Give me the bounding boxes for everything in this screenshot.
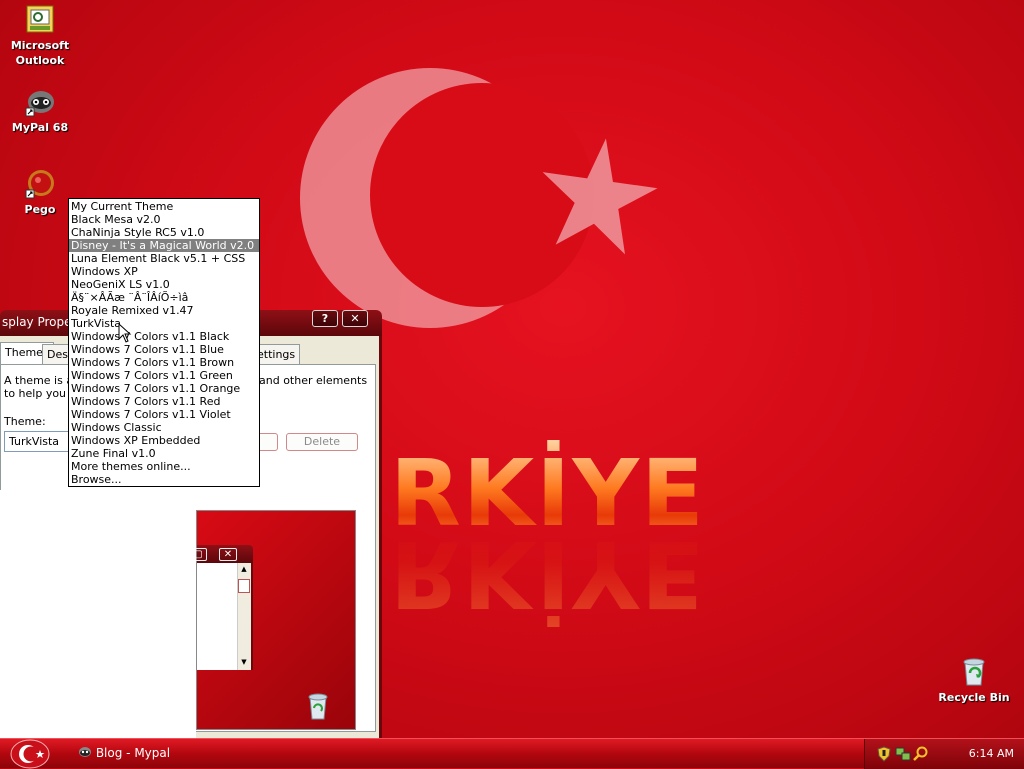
desktop-icon-label: MyPal 68	[11, 121, 69, 134]
desktop-icon-label: Recycle Bin	[938, 691, 1010, 704]
theme-option[interactable]: ChaNinja Style RC5 v1.0	[69, 226, 259, 239]
theme-option[interactable]: Disney - It's a Magical World v2.0	[69, 239, 259, 252]
search-icon[interactable]	[913, 746, 929, 762]
preview-close-icon: ✕	[219, 548, 237, 561]
preview-recycle-bin-icon	[308, 693, 328, 720]
help-button[interactable]: ?	[312, 310, 338, 327]
theme-option[interactable]: Windows 7 Colors v1.1 Violet	[69, 408, 259, 421]
theme-option[interactable]: More themes online...	[69, 460, 259, 473]
network-icon[interactable]	[895, 746, 911, 762]
delete-button[interactable]: Delete	[286, 433, 358, 451]
start-button[interactable]	[8, 739, 50, 769]
taskbar-item-mypal[interactable]: Blog - Mypal	[78, 745, 170, 760]
theme-option[interactable]: NeoGeniX LS v1.0	[69, 278, 259, 291]
theme-option[interactable]: TurkVista	[69, 317, 259, 330]
system-tray: 6:14 AM	[864, 739, 1024, 769]
mouse-cursor-icon	[118, 323, 132, 343]
taskbar-item-label: Blog - Mypal	[95, 746, 171, 760]
theme-select[interactable]: TurkVista	[4, 431, 74, 452]
preview-window-body: ▲ ▼	[197, 563, 253, 670]
theme-dropdown-list[interactable]: My Current Theme Black Mesa v2.0 ChaNinja …	[68, 198, 260, 487]
theme-option[interactable]: Browse...	[69, 473, 259, 486]
theme-option[interactable]: Windows 7 Colors v1.1 Orange	[69, 382, 259, 395]
theme-option[interactable]: My Current Theme	[69, 200, 259, 213]
desktop-icon-label: Outlook	[15, 54, 65, 67]
recycle-bin-icon	[963, 658, 985, 686]
theme-option[interactable]: Windows 7 Colors v1.1 Black	[69, 330, 259, 343]
security-shield-icon[interactable]	[877, 746, 891, 762]
pego-icon	[25, 170, 54, 199]
desktop-icon-label: Microsoft	[10, 39, 70, 52]
desktop-icon-outlook[interactable]: Microsoft Outlook	[0, 4, 80, 68]
theme-preview: ▢ ✕ ▲ ▼	[189, 510, 356, 730]
theme-label: Theme:	[4, 415, 46, 428]
theme-option[interactable]: Luna Element Black v5.1 + CSS	[69, 252, 259, 265]
preview-title-bar: ▢ ✕	[189, 545, 253, 563]
outlook-icon	[26, 5, 54, 33]
theme-option[interactable]: Black Mesa v2.0	[69, 213, 259, 226]
clock[interactable]: 6:14 AM	[969, 747, 1014, 760]
preview-scrollbar: ▲ ▼	[237, 563, 251, 670]
raccoon-icon	[25, 91, 54, 117]
wallpaper-text-reflection: RKİYE	[390, 520, 706, 627]
desktop-icon-mypal[interactable]: MyPal 68	[0, 86, 80, 135]
theme-option[interactable]: Windows 7 Colors v1.1 Red	[69, 395, 259, 408]
theme-option[interactable]: Windows XP	[69, 265, 259, 278]
theme-option[interactable]: Windows XP Embedded	[69, 434, 259, 447]
theme-option[interactable]: Royale Remixed v1.47	[69, 304, 259, 317]
theme-option[interactable]: Windows 7 Colors v1.1 Blue	[69, 343, 259, 356]
window-occluding-area	[0, 490, 196, 738]
raccoon-icon	[79, 747, 91, 757]
theme-option[interactable]: Zune Final v1.0	[69, 447, 259, 460]
taskbar: Blog - Mypal 6:14 AM	[0, 738, 1024, 769]
theme-option[interactable]: Windows Classic	[69, 421, 259, 434]
desktop-icon-recycle-bin[interactable]: Recycle Bin	[934, 656, 1014, 705]
theme-option[interactable]: Windows 7 Colors v1.1 Green	[69, 369, 259, 382]
theme-option[interactable]: Windows 7 Colors v1.1 Brown	[69, 356, 259, 369]
theme-option[interactable]: Ä§¨×ÂÃæ ¨Â¨ÎÂíÕ÷ìâ	[69, 291, 259, 304]
close-button[interactable]: ✕	[342, 310, 368, 327]
description-text: and other elements	[259, 374, 368, 387]
preview-window: ▢ ✕ ▲ ▼	[189, 545, 253, 670]
